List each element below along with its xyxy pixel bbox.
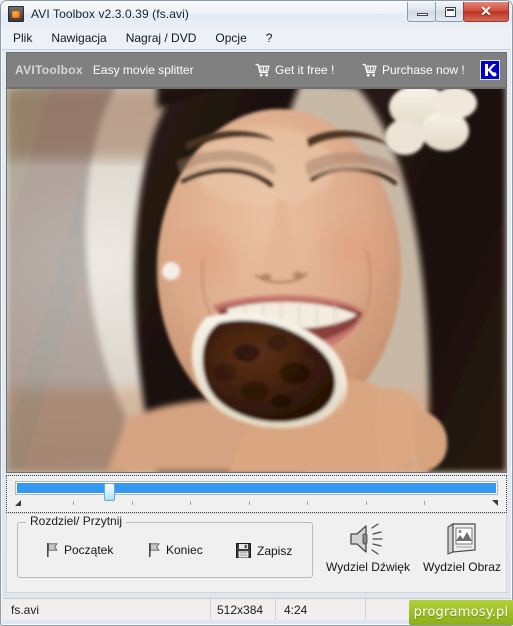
save-label: Zapisz bbox=[257, 543, 293, 558]
timeline-fill bbox=[17, 483, 496, 493]
k-letter-icon bbox=[481, 61, 499, 79]
speaker-icon bbox=[325, 519, 411, 559]
site-watermark-label: programosy.pl bbox=[413, 605, 509, 620]
set-start-button[interactable]: Początek bbox=[46, 543, 113, 557]
extract-video-label: Wydziel Obraz bbox=[423, 560, 501, 574]
menu-item-help[interactable]: ? bbox=[258, 29, 281, 47]
timeline-panel bbox=[6, 475, 507, 513]
app-film-icon bbox=[8, 6, 24, 22]
video-still-image bbox=[7, 89, 506, 472]
minimize-icon bbox=[417, 13, 428, 16]
tagline-label: Easy movie splitter bbox=[92, 63, 194, 77]
window-title: AVI Toolbox v2.3.0.39 (fs.avi) bbox=[31, 7, 189, 21]
purchase-now-label: Purchase now ! bbox=[382, 63, 465, 77]
site-watermark: programosy.pl bbox=[409, 600, 513, 625]
status-duration: 4:24 bbox=[275, 599, 365, 620]
get-it-free-label: Get it free ! bbox=[275, 63, 335, 77]
title-bar[interactable]: AVI Toolbox v2.3.0.39 (fs.avi) ✕ bbox=[1, 1, 512, 27]
video-frame bbox=[7, 89, 506, 472]
timeline-ticks bbox=[15, 498, 498, 508]
k-badge-icon[interactable] bbox=[480, 60, 500, 80]
maximize-button[interactable] bbox=[435, 2, 464, 22]
menu-item-nagraj-dvd[interactable]: Nagraj / DVD bbox=[118, 29, 205, 47]
shopping-cart-icon bbox=[255, 63, 270, 77]
menu-item-plik[interactable]: Plik bbox=[5, 29, 40, 47]
set-end-label: Koniec bbox=[166, 543, 203, 557]
close-icon: ✕ bbox=[480, 3, 492, 19]
shopping-cart-icon bbox=[362, 63, 377, 77]
window-controls: ✕ bbox=[407, 2, 509, 23]
split-trim-group-title: Rozdziel/ Przytnij bbox=[26, 514, 127, 528]
menu-item-opcje[interactable]: Opcje bbox=[207, 29, 254, 47]
flag-icon bbox=[47, 543, 58, 557]
purchase-now-link[interactable]: Purchase now ! bbox=[362, 63, 465, 77]
extract-audio-label: Wydziel Dźwięk bbox=[326, 560, 410, 574]
timeline-slider[interactable] bbox=[15, 481, 498, 501]
timeline-end-marker[interactable] bbox=[492, 500, 498, 506]
timeline-start-marker[interactable] bbox=[15, 500, 21, 506]
set-end-button[interactable]: Koniec bbox=[148, 543, 203, 557]
save-button[interactable]: Zapisz bbox=[236, 543, 292, 558]
get-it-free-link[interactable]: Get it free ! bbox=[255, 63, 334, 77]
flag-icon bbox=[149, 543, 160, 557]
maximize-icon bbox=[445, 7, 456, 17]
menu-item-nawigacja[interactable]: Nawigacja bbox=[43, 29, 114, 47]
extract-video-button[interactable]: Wydziel Obraz bbox=[419, 519, 505, 574]
set-start-label: Początek bbox=[64, 543, 114, 557]
promo-toolbar: AVIToolbox Easy movie splitter Get it fr… bbox=[6, 52, 507, 88]
application-window: AVI Toolbox v2.3.0.39 (fs.avi) ✕ Plik Na… bbox=[0, 0, 513, 626]
picture-book-icon bbox=[419, 519, 505, 559]
extract-audio-button[interactable]: Wydziel Dźwięk bbox=[325, 519, 411, 574]
status-dimensions: 512x384 bbox=[210, 599, 275, 620]
close-button[interactable]: ✕ bbox=[463, 2, 509, 22]
menu-bar: Plik Nawigacja Nagraj / DVD Opcje ? bbox=[2, 27, 511, 50]
split-trim-group: Rozdziel/ Przytnij Początek Koniec Zapis… bbox=[17, 514, 313, 578]
status-filename: fs.avi bbox=[11, 602, 40, 617]
brand-label: AVIToolbox bbox=[15, 63, 83, 77]
floppy-disk-save-icon bbox=[236, 543, 251, 558]
video-preview[interactable] bbox=[6, 88, 507, 473]
minimize-button[interactable] bbox=[407, 2, 436, 22]
tools-panel: Rozdziel/ Przytnij Początek Koniec Zapis… bbox=[6, 513, 507, 593]
